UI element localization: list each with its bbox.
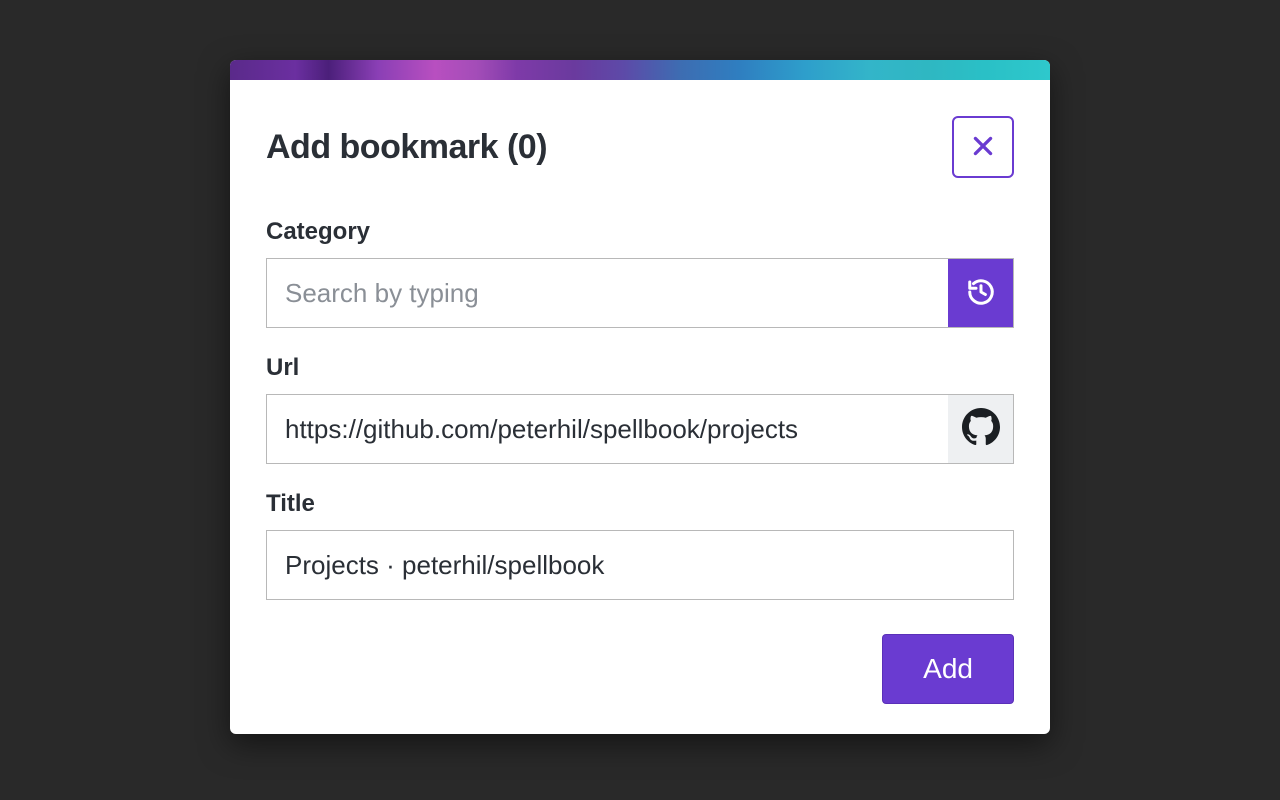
history-icon xyxy=(966,277,996,310)
url-favicon-box xyxy=(948,394,1014,464)
title-input[interactable] xyxy=(266,530,1014,600)
title-field-group: Title xyxy=(266,490,1014,600)
close-button[interactable] xyxy=(952,116,1014,178)
add-bookmark-modal: Add bookmark (0) Category xyxy=(230,60,1050,734)
close-icon xyxy=(970,133,996,162)
category-input[interactable] xyxy=(266,258,948,328)
category-input-row xyxy=(266,258,1014,328)
url-input-row xyxy=(266,394,1014,464)
category-history-button[interactable] xyxy=(948,258,1014,328)
title-label: Title xyxy=(266,490,1014,518)
url-input[interactable] xyxy=(266,394,948,464)
header-banner xyxy=(230,60,1050,80)
add-button[interactable]: Add xyxy=(882,634,1014,704)
modal-footer: Add xyxy=(266,634,1014,704)
url-label: Url xyxy=(266,354,1014,382)
modal-content: Add bookmark (0) Category xyxy=(230,80,1050,734)
modal-title: Add bookmark (0) xyxy=(266,128,547,167)
github-icon xyxy=(962,408,1000,451)
title-input-row xyxy=(266,530,1014,600)
modal-header: Add bookmark (0) xyxy=(266,116,1014,178)
url-field-group: Url xyxy=(266,354,1014,464)
category-label: Category xyxy=(266,218,1014,246)
category-field-group: Category xyxy=(266,218,1014,328)
